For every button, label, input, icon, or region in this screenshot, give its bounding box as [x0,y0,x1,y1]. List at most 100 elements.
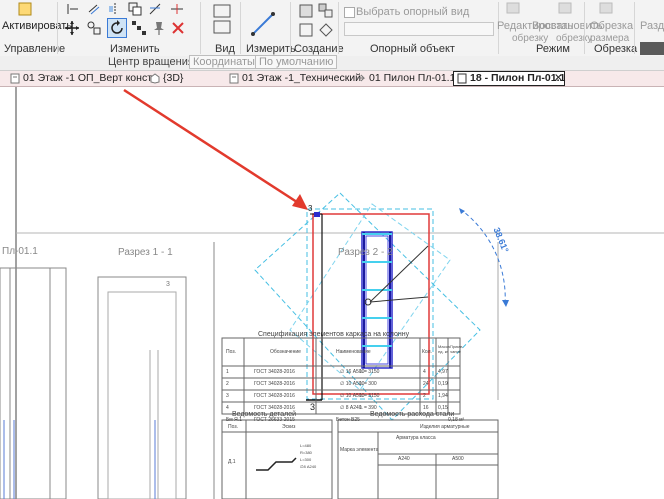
trim-icon[interactable] [148,2,162,16]
coords-button[interactable]: Координаты [189,55,259,69]
spec-cell: 3 [226,393,229,399]
crop-size-icon [599,2,613,14]
panel-dark-tab [640,42,664,55]
view-graphics-icon[interactable] [212,3,232,35]
view-tabs: 01 Этаж -1 ОП_Верт констр {3D} 01 Этаж -… [0,71,664,87]
ribbon-separator [57,2,58,54]
ved2-title: Ведомость расхода стали [370,411,455,418]
view-title-left: Пл-01.1 [2,246,38,257]
spec-header-pos: Поз. [226,349,236,355]
create-part-icon[interactable] [298,3,314,19]
drawing-canvas[interactable]: Пл-01.1 Разрез 1 - 1 Разрез 2 - 2 38.61°… [0,87,664,499]
marker-small: 3 [166,281,170,288]
plan-icon [10,73,20,84]
ved1-dim-3: L=300 [300,457,312,462]
spec-cell: 4 [226,405,229,411]
ved2-mark: Марка элемента [340,447,379,453]
crop-region [312,213,430,395]
measure-icon[interactable] [250,4,276,38]
tab-active-label: 18 - Пилон Пл-01.1 [470,72,566,84]
split-region-button[interactable]: Разде [640,20,664,32]
options-bar: Центр вращения: Координаты По умолчанию [0,55,664,71]
plan-icon [229,73,239,84]
ved2-col-a240: А240 [398,456,410,462]
section-marker-top: 3 [308,204,313,213]
group-label-measure: Измерить [246,43,296,55]
3d-view-icon [150,73,160,84]
split-icon[interactable] [170,2,184,16]
annotation-arrow [123,88,308,210]
spec-cell: 4,97 [438,369,448,375]
spec-cell: L = 300 [360,381,377,387]
sheet-icon [457,73,467,84]
sheet-drawing [0,87,664,499]
array-icon[interactable] [131,20,147,36]
ved1-dim-4: ∅8 А240 [300,464,317,469]
group-label-crop: Обрезка [594,43,638,55]
ref-view-dropdown[interactable] [344,22,494,36]
create-assembly-icon[interactable] [318,22,334,38]
ved1-dim-1: L=480 [300,443,312,448]
ribbon-separator [240,2,241,54]
spec-header-qty: Кол. [422,349,432,355]
view-title-section1: Разрез 1 - 1 [118,247,173,258]
activate-button[interactable]: Активировать [2,20,72,32]
spec-cell: ∅ 8 А240 [340,405,362,411]
ved2-sub: Изделия арматурные [420,424,470,430]
group-label-mode: Режим [536,43,570,55]
spec-cell: ГОСТ 34028-2016 [254,381,295,387]
ved2-col-a500: А500 [452,456,464,462]
create-group-icon[interactable] [318,3,334,19]
close-icon[interactable]: ✕ [554,72,563,85]
mirror-icon[interactable] [108,2,122,16]
tab-3d[interactable]: {3D} [163,71,183,86]
section-icon [357,74,366,82]
ribbon: Активировать Управление Изменить Вид Изм… [0,0,664,57]
spec-cell: 4 [423,369,426,375]
ved1-title: Ведомость деталей [232,411,297,418]
spec-cell: 24 [423,381,429,387]
spec-header-designation: Обозначение [270,349,301,355]
edit-crop-icon [506,2,520,14]
spec-cell: 2 [226,381,229,387]
tab-active-sheet[interactable]: 18 - Пилон Пл-01.1 ✕ [453,71,565,86]
tab-floor-minus1-tech[interactable]: 01 Этаж -1_Технический [242,71,361,86]
offset-icon[interactable] [86,2,100,16]
group-label-view: Вид [215,43,235,55]
view-left-pylon [0,267,67,499]
spec-cell: 1 [226,369,229,375]
scale-icon[interactable] [86,20,102,36]
align-icon[interactable] [66,2,80,16]
create-similar-icon[interactable] [298,22,314,38]
crop-size-button[interactable]: Обрезка [590,20,633,32]
restore-crop-icon [558,2,572,14]
group-label-modify: Изменить [110,43,160,55]
spec-cell: ГОСТ 34028-2016 [254,369,295,375]
spec-cell: L = 3150 [360,369,380,375]
activate-icon [18,2,32,16]
ribbon-separator [634,2,635,54]
tab-pylon-section[interactable]: 01 Пилон Пл-01.1 [369,71,455,86]
ved1-header-pos: Поз. [228,424,238,430]
delete-icon[interactable] [170,20,186,36]
move-icon[interactable] [64,20,80,36]
spec-header-note: Приме- чание [450,344,464,354]
ribbon-separator [200,2,201,54]
pin-icon[interactable] [151,20,167,36]
group-label-create: Создание [294,43,344,55]
spec-header-mass: Масса ед. кг [438,344,450,354]
ribbon-separator [290,2,291,54]
spec-table-title: Спецификация элементов каркаса на колонн… [258,331,410,338]
tab-floor-minus1-vert[interactable]: 01 Этаж -1 ОП_Верт констр [23,71,158,86]
default-button[interactable]: По умолчанию [255,55,338,69]
view-title-section2: Разрез 2 - 2 [338,247,393,258]
section-marker-bottom: 3 [310,402,316,412]
rotate-icon[interactable] [107,18,127,38]
rotation-center-label: Центр вращения: [108,56,197,68]
ved1-row-pos: Д.1 [228,459,236,465]
copy-icon[interactable] [128,2,142,16]
ved2-sub2: Арматура класса [396,435,436,441]
ref-view-checkbox[interactable] [344,7,355,18]
ved1-dim-2: R=380 [300,450,312,455]
spec-cell: 1,94 [438,393,448,399]
